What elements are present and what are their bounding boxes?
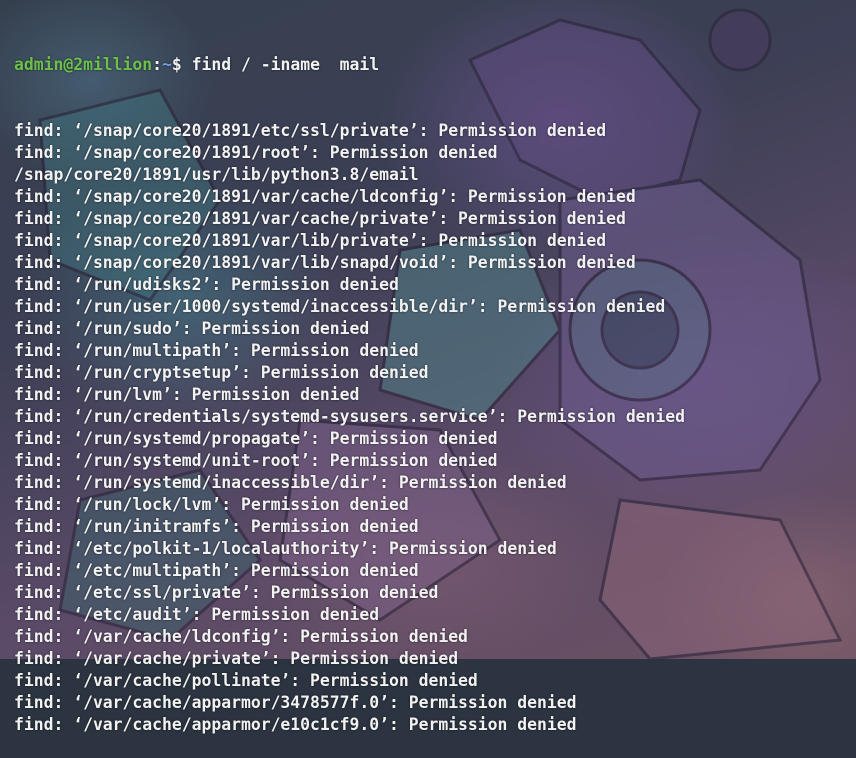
prompt-separator: : bbox=[152, 55, 163, 74]
prompt-line: admin@2million:~$ find / -iname mail bbox=[14, 54, 685, 76]
output-line: find: ‘/var/cache/apparmor/3478577f.0’: … bbox=[14, 693, 577, 712]
output-line: find: ‘/etc/multipath’: Permission denie… bbox=[14, 561, 419, 580]
prompt-user-host: admin@2million bbox=[14, 55, 153, 74]
output-line: /snap/core20/1891/usr/lib/python3.8/emai… bbox=[14, 165, 419, 184]
output-line: find: ‘/run/credentials/systemd-sysusers… bbox=[14, 407, 686, 426]
output-line: find: ‘/etc/audit’: Permission denied bbox=[14, 605, 380, 624]
output-line: find: ‘/run/udisks2’: Permission denied bbox=[14, 275, 399, 294]
output-line: find: ‘/run/initramfs’: Permission denie… bbox=[14, 517, 419, 536]
output-line: find: ‘/run/systemd/inaccessible/dir’: P… bbox=[14, 473, 567, 492]
output-line: find: ‘/run/lock/lvm’: Permission denied bbox=[14, 495, 409, 514]
output-line: find: ‘/snap/core20/1891/etc/ssl/private… bbox=[14, 121, 607, 140]
output-line: find: ‘/var/cache/pollinate’: Permission… bbox=[14, 671, 478, 690]
output-line: find: ‘/run/cryptsetup’: Permission deni… bbox=[14, 363, 429, 382]
output-line: find: ‘/run/multipath’: Permission denie… bbox=[14, 341, 419, 360]
output-lines: find: ‘/snap/core20/1891/etc/ssl/private… bbox=[14, 120, 685, 736]
output-line: find: ‘/var/cache/private’: Permission d… bbox=[14, 649, 459, 668]
output-line: find: ‘/run/systemd/propagate’: Permissi… bbox=[14, 429, 498, 448]
output-line: find: ‘/snap/core20/1891/root’: Permissi… bbox=[14, 143, 498, 162]
command-text: find / -iname mail bbox=[191, 55, 380, 74]
output-line: find: ‘/snap/core20/1891/var/lib/snapd/v… bbox=[14, 253, 636, 272]
prompt-cwd: ~ bbox=[162, 55, 172, 74]
terminal-output[interactable]: admin@2million:~$ find / -iname mail fin… bbox=[14, 10, 685, 758]
output-line: find: ‘/snap/core20/1891/var/cache/ldcon… bbox=[14, 187, 636, 206]
output-line: find: ‘/snap/core20/1891/var/lib/private… bbox=[14, 231, 607, 250]
output-line: find: ‘/snap/core20/1891/var/cache/priva… bbox=[14, 209, 626, 228]
output-line: find: ‘/run/sudo’: Permission denied bbox=[14, 319, 370, 338]
output-line: find: ‘/run/systemd/unit-root’: Permissi… bbox=[14, 451, 498, 470]
output-line: find: ‘/etc/ssl/private’: Permission den… bbox=[14, 583, 439, 602]
output-line: find: ‘/run/lvm’: Permission denied bbox=[14, 385, 360, 404]
prompt-symbol: $ bbox=[171, 55, 182, 74]
output-line: find: ‘/var/cache/ldconfig’: Permission … bbox=[14, 627, 468, 646]
output-line: find: ‘/etc/polkit-1/localauthority’: Pe… bbox=[14, 539, 557, 558]
output-line: find: ‘/var/cache/apparmor/e10c1cf9.0’: … bbox=[14, 715, 577, 734]
output-line: find: ‘/run/user/1000/systemd/inaccessib… bbox=[14, 297, 666, 316]
